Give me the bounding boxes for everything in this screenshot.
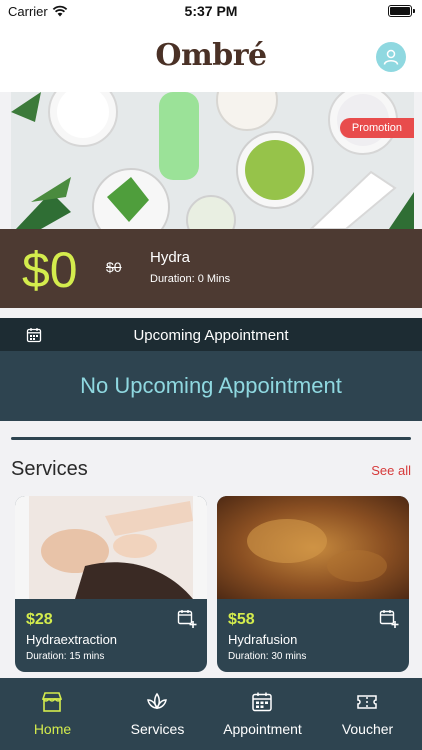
appointment-panel: No Upcoming Appointment <box>0 351 422 421</box>
section-divider <box>11 437 411 440</box>
service-card[interactable]: $58 Hydrafusion Duration: 30 mins <box>217 496 409 672</box>
promotion-badge: Promotion <box>339 118 414 138</box>
tab-services[interactable]: Services <box>105 678 210 750</box>
services-heading: Services <box>11 458 88 480</box>
profile-button[interactable] <box>376 42 406 72</box>
clock: 5:37 PM <box>184 3 238 19</box>
add-to-calendar-icon[interactable] <box>177 609 197 629</box>
no-appointment-message: No Upcoming Appointment <box>80 373 342 398</box>
calendar-icon <box>252 692 272 712</box>
battery-icon <box>388 5 415 17</box>
appointment-title: Upcoming Appointment <box>133 327 289 344</box>
tab-bar: Home Services Appointment Voucher <box>0 678 422 750</box>
lotus-icon <box>147 692 167 710</box>
ticket-icon <box>357 695 377 709</box>
see-all-link[interactable]: See all <box>371 463 411 478</box>
service-image <box>217 496 409 599</box>
store-icon <box>41 692 63 712</box>
promotion-name: Hydra <box>150 249 191 266</box>
service-duration: Duration: 15 mins <box>26 651 105 662</box>
promotion-info: $0 $0 Hydra Duration: 0 Mins <box>0 229 422 308</box>
tab-label: Voucher <box>341 721 394 737</box>
service-price: $58 <box>228 611 255 628</box>
user-icon <box>383 49 399 65</box>
tab-voucher[interactable]: Voucher <box>315 678 420 750</box>
promotion-price: $0 <box>22 242 78 298</box>
service-card[interactable]: $28 Hydraextraction Duration: 15 mins <box>15 496 207 672</box>
promotion-image <box>11 92 414 229</box>
status-bar: Carrier 5:37 PM <box>0 0 422 24</box>
service-image <box>15 496 207 599</box>
promotion-original-price: $0 <box>106 259 122 275</box>
brand-logo: Ombré <box>155 38 267 73</box>
app-header: Ombré <box>0 24 422 92</box>
promotion-duration: Duration: 0 Mins <box>150 273 231 285</box>
service-name: Hydraextraction <box>26 632 118 647</box>
promotion-card[interactable]: Promotion $0 $0 Hydra Duration: 0 Mins <box>0 92 422 308</box>
appointment-header: Upcoming Appointment <box>0 318 422 351</box>
tab-appointment[interactable]: Appointment <box>210 678 315 750</box>
service-duration: Duration: 30 mins <box>228 651 307 662</box>
tab-home[interactable]: Home <box>0 678 105 750</box>
service-name: Hydrafusion <box>228 632 298 647</box>
service-price: $28 <box>26 611 53 628</box>
add-to-calendar-icon[interactable] <box>379 609 399 629</box>
